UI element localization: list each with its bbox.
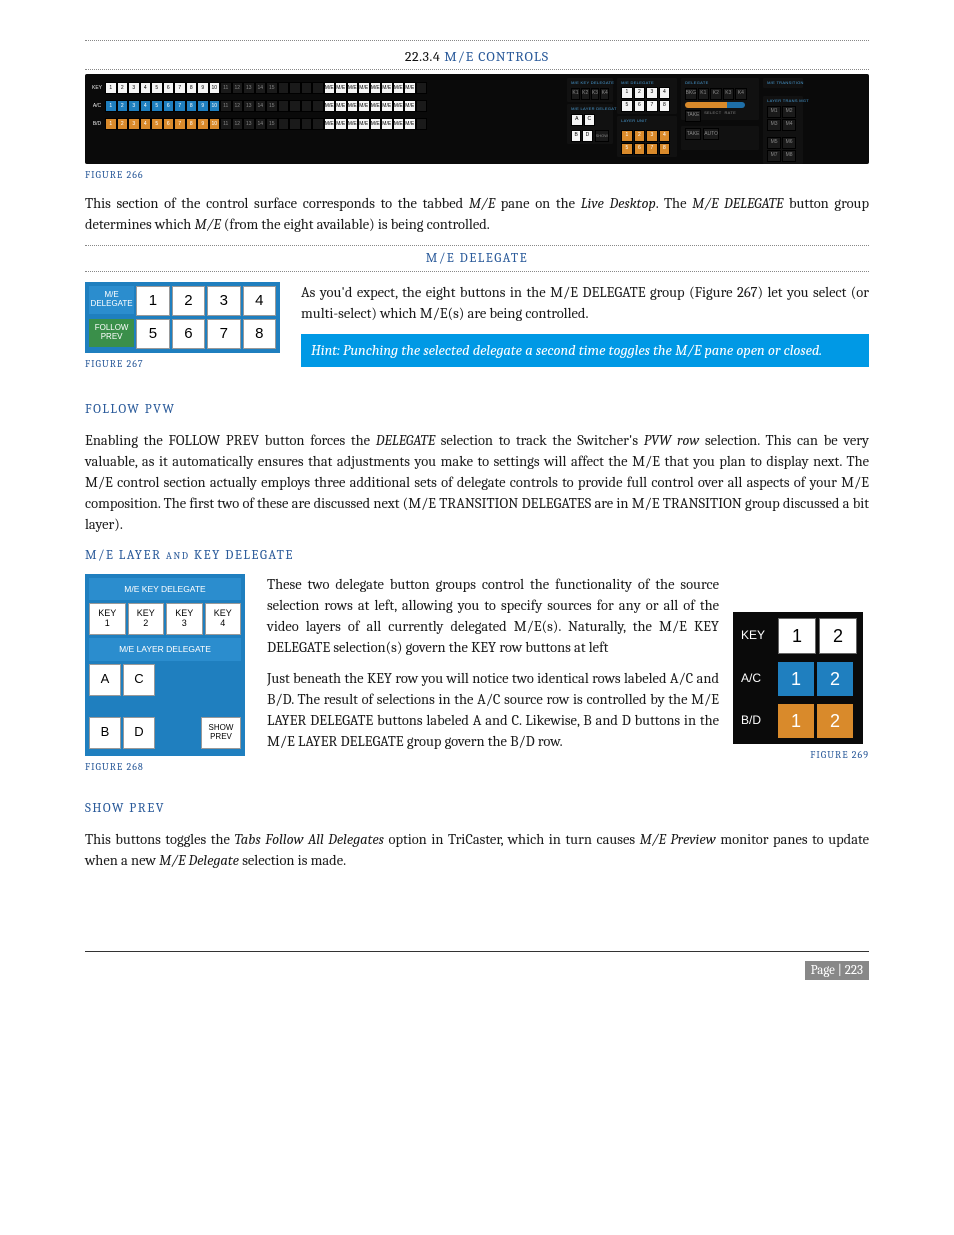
subheading-me-layer-key: M/E LAYER AND KEY DELEGATE xyxy=(85,547,869,566)
key-row-1[interactable]: 1 xyxy=(778,618,816,654)
delegate-button-6[interactable]: 6 xyxy=(172,319,205,349)
show-prev-button[interactable]: SHOWPREV xyxy=(201,717,241,749)
figure-266-caption: FIGURE 266 xyxy=(85,168,869,183)
subheading-follow-pvw: FOLLOW PVW xyxy=(85,401,869,420)
page-footer: Page | 223 xyxy=(85,951,869,981)
paragraph-intro: This section of the control surface corr… xyxy=(85,193,869,235)
figure-266-panel: KEY 12345678910 1112131415 M/EM/EM/EM/EM… xyxy=(85,74,869,164)
figure-268-panel: M/E KEY DELEGATE KEY1 KEY2 KEY3 KEY4 M/E… xyxy=(85,574,245,756)
subheading-show-prev: SHOW PREV xyxy=(85,800,869,819)
paragraph-delegate: As you'd expect, the eight buttons in th… xyxy=(301,282,869,324)
delegate-button-7[interactable]: 7 xyxy=(207,319,240,349)
delegate-button-8[interactable]: 8 xyxy=(243,319,276,349)
bd-row-2[interactable]: 2 xyxy=(817,704,853,738)
layer-d-button[interactable]: D xyxy=(123,717,155,749)
figure-269-panel: KEY 1 2 A/C 1 2 B/D 1 2 xyxy=(733,612,863,744)
delegate-button-4[interactable]: 4 xyxy=(243,286,276,316)
follow-prev-label: FOLLOW PREV xyxy=(89,319,134,347)
section-heading: 22.3.4 M/E CONTROLS xyxy=(85,47,869,67)
figure-269-caption: FIGURE 269 xyxy=(733,748,869,763)
delegate-button-2[interactable]: 2 xyxy=(172,286,205,316)
hint-box: Hint: Punching the selected delegate a s… xyxy=(301,334,869,367)
key-2-button[interactable]: KEY2 xyxy=(128,603,165,635)
key-3-button[interactable]: KEY3 xyxy=(166,603,203,635)
delegate-button-3[interactable]: 3 xyxy=(207,286,240,316)
figure-267-panel: M/E DELEGATE 1 2 3 4 FOLLOW PREV 5 6 7 8 xyxy=(85,282,280,353)
delegate-button-1[interactable]: 1 xyxy=(136,286,169,316)
bd-row-1[interactable]: 1 xyxy=(778,704,814,738)
ac-row-1[interactable]: 1 xyxy=(778,662,814,696)
ac-row-2[interactable]: 2 xyxy=(817,662,853,696)
layer-b-button[interactable]: B xyxy=(89,717,121,749)
layer-a-button[interactable]: A xyxy=(89,664,121,696)
figure-268-caption: FIGURE 268 xyxy=(85,760,253,775)
layer-c-button[interactable]: C xyxy=(123,664,155,696)
paragraph-follow-pvw: Enabling the FOLLOW PREV button forces t… xyxy=(85,430,869,535)
key-row-2[interactable]: 2 xyxy=(819,618,857,654)
key-4-button[interactable]: KEY4 xyxy=(205,603,242,635)
subheading-me-delegate: M/E DELEGATE xyxy=(85,250,869,269)
key-1-button[interactable]: KEY1 xyxy=(89,603,126,635)
paragraph-show-prev: This buttons toggles the Tabs Follow All… xyxy=(85,829,869,871)
figure-267-caption: FIGURE 267 xyxy=(85,357,285,372)
delegate-button-5[interactable]: 5 xyxy=(136,319,169,349)
me-delegate-label: M/E DELEGATE xyxy=(89,286,134,314)
